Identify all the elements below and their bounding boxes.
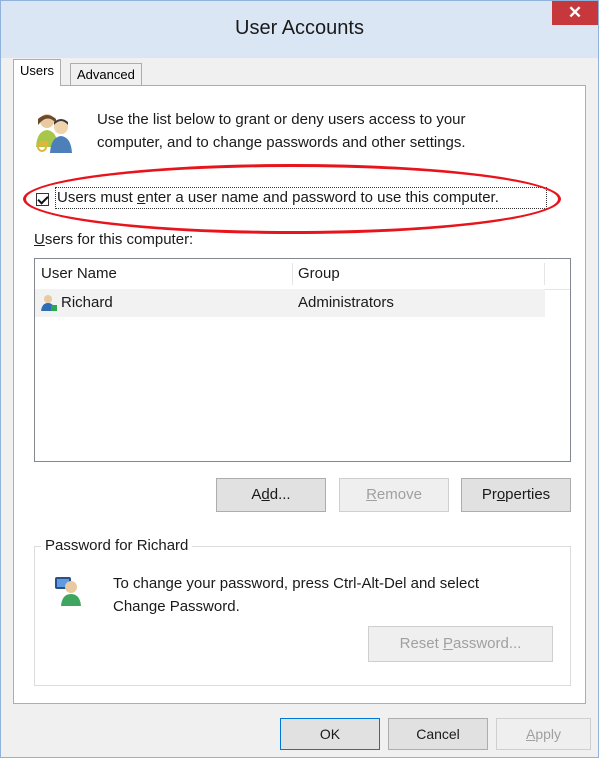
intro-line-2: computer, and to change passwords and ot… [97, 134, 466, 151]
row-user-name: Richard [61, 294, 113, 311]
tab-advanced[interactable]: Advanced [70, 63, 142, 87]
password-info-line-2: Change Password. [113, 598, 240, 615]
window-title: User Accounts [235, 17, 364, 39]
require-password-checkbox[interactable] [36, 193, 49, 206]
properties-label-pre: Pr [481, 486, 497, 503]
cancel-label: Cancel [416, 726, 460, 742]
users-list-label-rest: sers for this computer: [44, 231, 194, 248]
user-password-icon [53, 573, 83, 607]
properties-button[interactable]: Properties [461, 478, 571, 512]
users-list-view[interactable]: User Name Group Richard Administrators [34, 258, 571, 462]
remove-label-accel: R [366, 486, 377, 503]
user-icon [40, 294, 58, 312]
table-row[interactable]: Richard Administrators [35, 289, 545, 317]
ok-label: OK [319, 726, 341, 742]
require-password-label[interactable]: Users must enter a user name and passwor… [57, 187, 499, 209]
intro-line-1: Use the list below to grant or deny user… [97, 111, 466, 128]
reset-label-pre: Reset [399, 635, 443, 652]
apply-label-rest: pply [535, 726, 562, 742]
close-button[interactable]: ✕ [552, 1, 598, 25]
add-label-accel: d [261, 486, 270, 503]
user-accounts-dialog: User Accounts ✕ Users Advanced Use the l… [0, 0, 599, 758]
column-group-label: Group [298, 265, 340, 282]
properties-label-accel: o [496, 486, 506, 503]
reset-label-post: assword... [453, 635, 522, 652]
column-header-group[interactable]: Group [292, 259, 544, 289]
column-header-user-name[interactable]: User Name [35, 259, 292, 289]
properties-label-post: perties [505, 486, 551, 503]
tab-users-label: Users [20, 63, 54, 78]
column-user-name-label: User Name [41, 265, 117, 282]
reset-label-accel: P [442, 635, 453, 652]
require-password-label-pre: Users must [57, 189, 138, 206]
title-bar[interactable]: User Accounts ✕ [1, 1, 598, 58]
column-separator[interactable] [544, 263, 545, 285]
password-info-line-1: To change your password, press Ctrl-Alt-… [113, 575, 479, 592]
close-icon: ✕ [567, 3, 583, 22]
reset-password-button[interactable]: Reset Password... [368, 626, 553, 662]
add-label-pre: A [251, 486, 262, 503]
tab-advanced-label: Advanced [77, 67, 135, 82]
row-group: Administrators [298, 294, 394, 311]
users-list-label: Users for this computer: [34, 229, 193, 251]
require-password-label-post: nter a user name and password to use thi… [145, 189, 499, 206]
apply-label-accel: A [525, 726, 536, 742]
add-label-post: d... [269, 486, 291, 503]
apply-button[interactable]: Apply [496, 718, 591, 750]
remove-label-rest: emove [376, 486, 422, 503]
users-list-label-accel: U [34, 231, 45, 248]
password-group-title: Password for Richard [41, 536, 193, 556]
cancel-button[interactable]: Cancel [388, 718, 488, 750]
users-group-icon [34, 111, 74, 155]
ok-button[interactable]: OK [280, 718, 380, 750]
list-header: User Name Group [35, 259, 570, 290]
tab-users[interactable]: Users [13, 59, 61, 86]
remove-button[interactable]: Remove [339, 478, 449, 512]
add-button[interactable]: Add... [216, 478, 326, 512]
